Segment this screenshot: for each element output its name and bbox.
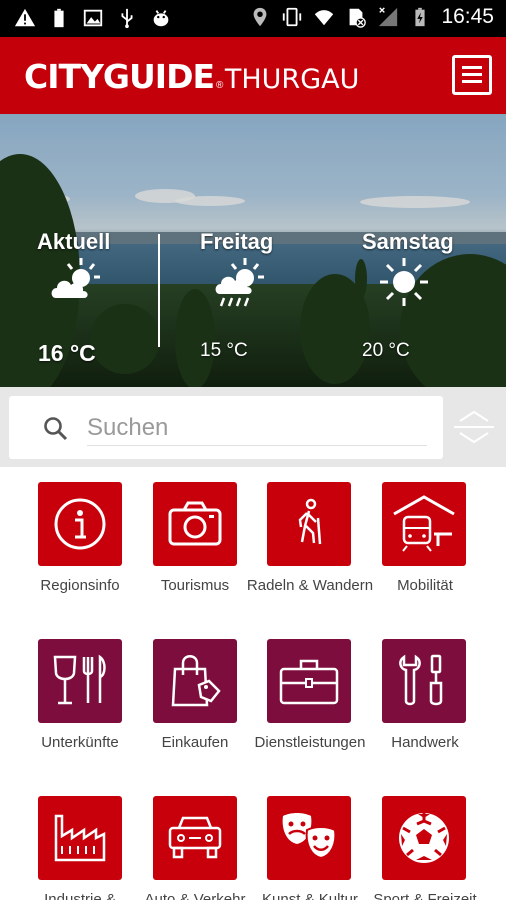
- category-label: Tourismus: [160, 577, 230, 594]
- no-sim-icon: [350, 8, 367, 28]
- status-bar: 16:45: [0, 0, 506, 37]
- weather-panel[interactable]: Aktuell 16 °C Freitag 15 °C Samstag 20 °…: [0, 114, 506, 387]
- weather-temp: 20 °C: [362, 340, 410, 361]
- wine-cutlery-icon: [53, 654, 106, 705]
- category-label-text: Dienstleistungen: [254, 734, 366, 751]
- theater-masks-icon: [282, 813, 337, 860]
- briefcase-icon: [279, 659, 339, 705]
- soccer-ball-icon: [399, 813, 449, 863]
- weather-day: Aktuell: [37, 229, 111, 254]
- status-notifications: [14, 6, 172, 30]
- image-icon: [83, 9, 103, 27]
- weather-saturday: Samstag 20 °C: [322, 114, 506, 387]
- category-label: Einkaufen: [161, 734, 229, 751]
- weather-day: Samstag: [362, 229, 454, 254]
- search-bar: [0, 387, 506, 467]
- signal-icon: [379, 7, 398, 27]
- category-grid: Regionsinfo Tourismus Radeln & Wandern M…: [0, 467, 506, 900]
- registered-mark: ®: [216, 80, 223, 91]
- info-icon: [54, 498, 106, 550]
- weather-friday: Freitag 15 °C: [160, 114, 320, 387]
- weather-temp: 15 °C: [200, 340, 248, 361]
- category-label: Unterkünfte: [41, 734, 119, 751]
- category-label: Industrie & Gewerbe: [44, 891, 116, 900]
- sun-cloud-icon: [51, 258, 100, 298]
- hamburger-menu-icon: [462, 66, 482, 69]
- logo-region: THURGAU: [224, 64, 360, 95]
- battery-full-icon: [54, 8, 64, 28]
- app-bar: CITYGUIDE ® THURGAU: [0, 37, 506, 114]
- category-label: Mobilität: [397, 577, 453, 594]
- battery-charging-icon: [415, 7, 426, 27]
- hiker-icon: [298, 498, 322, 545]
- category-label: Sport & Freizeit: [373, 891, 477, 900]
- sun-rain-icon: [215, 258, 264, 307]
- weather-day: Freitag: [200, 229, 274, 254]
- category-label: Regionsinfo: [40, 577, 120, 594]
- search-input[interactable]: [87, 410, 427, 446]
- train-station-icon: [393, 495, 455, 552]
- category-label: Radeln & Wandern: [246, 577, 374, 594]
- menu-button[interactable]: [452, 55, 492, 95]
- sun-icon: [380, 258, 428, 306]
- android-debug-icon: [153, 10, 169, 27]
- logo-brand: CITYGUIDE: [24, 57, 215, 96]
- warning-icon: [14, 8, 36, 27]
- tools-icon: [399, 654, 443, 706]
- category-label: Kunst & Kultur: [262, 891, 358, 900]
- wifi-icon: [315, 10, 334, 26]
- category-label: Handwerk: [391, 734, 459, 751]
- category-label: Auto & Verkehr: [144, 891, 246, 900]
- search-icon[interactable]: [43, 416, 69, 442]
- car-icon: [168, 816, 222, 859]
- app-logo[interactable]: CITYGUIDE ® THURGAU: [24, 57, 359, 96]
- category-label: Dienstleistungen: [242, 734, 378, 752]
- shopping-bag-icon: [171, 655, 221, 707]
- location-icon: [254, 7, 267, 27]
- factory-icon: [54, 814, 106, 862]
- camera-icon: [168, 501, 222, 546]
- sort-toggle-icon[interactable]: [452, 405, 496, 449]
- weather-temp: 16 °C: [38, 340, 96, 366]
- usb-icon: [121, 8, 133, 29]
- vibrate-icon: [283, 7, 302, 27]
- weather-current: Aktuell 16 °C: [0, 114, 158, 387]
- search-box[interactable]: [9, 396, 443, 459]
- status-system: 16:45: [249, 5, 494, 29]
- clock: 16:45: [441, 5, 494, 28]
